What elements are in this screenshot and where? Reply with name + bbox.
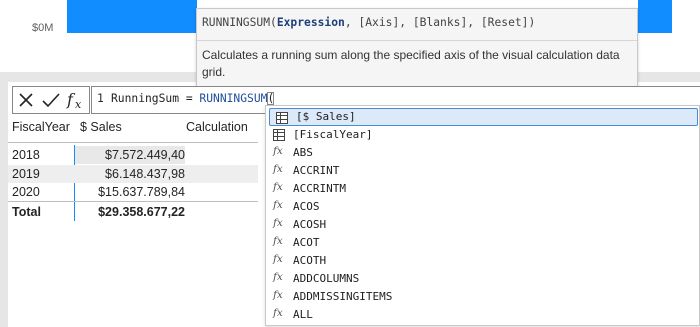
- total-sales: $29.358.677,22: [98, 205, 185, 219]
- table-row[interactable]: 2020 $15.637.789,84: [8, 183, 258, 201]
- suggestion-label: ACOS: [293, 200, 320, 213]
- suggestion-label: [$ Sales]: [296, 110, 356, 123]
- suggestion-item[interactable]: fx ACCRINTM: [267, 180, 696, 198]
- suggestion-label: ADDMISSINGITEMS: [293, 290, 393, 303]
- formula-code[interactable]: RunningSum = RUNNINGSUM(: [111, 92, 275, 105]
- suggestion-item[interactable]: fx ADDCOLUMNS: [267, 270, 696, 288]
- function-icon: fx: [273, 217, 283, 229]
- function-icon: fx: [273, 181, 283, 193]
- measure-name: RunningSum =: [111, 92, 200, 105]
- open-paren-token: (: [267, 92, 275, 105]
- chart-bar[interactable]: [67, 0, 197, 33]
- function-icon: fx: [273, 253, 283, 265]
- function-description: Calculates a running sum along the speci…: [202, 48, 620, 79]
- cell-fiscalyear: 2018: [12, 148, 40, 162]
- cell-sales: $6.148.437,98: [105, 167, 185, 181]
- cell-fiscalyear: 2019: [12, 167, 40, 181]
- suggestion-item[interactable]: fx ACOS: [267, 198, 696, 216]
- commit-button[interactable]: [38, 87, 63, 113]
- svg-text:x: x: [75, 98, 82, 110]
- function-icon: fx: [273, 199, 283, 211]
- cell-fiscalyear: 2020: [12, 185, 40, 199]
- close-icon: [18, 93, 33, 107]
- suggestion-label: ADDCOLUMNS: [293, 272, 360, 285]
- column-icon: [273, 129, 285, 141]
- y-axis-tick-label: $0M: [32, 22, 54, 34]
- function-icon: fx: [273, 235, 283, 247]
- cell-sales: $15.637.789,84: [98, 185, 185, 199]
- total-divider: [8, 201, 258, 202]
- autocomplete-list[interactable]: [$ Sales] [FiscalYear] fx ABS fx ACCRINT…: [265, 105, 700, 326]
- column-header-fiscalyear[interactable]: FiscalYear: [12, 120, 70, 134]
- checkmark-icon: [41, 93, 60, 108]
- function-signature: RUNNINGSUM(Expression, [Axis], [Blanks],…: [202, 16, 535, 29]
- suggestion-label: ALL: [293, 308, 313, 321]
- function-icon: fx: [273, 145, 283, 157]
- table-row[interactable]: 2019 $6.148.437,98: [8, 165, 258, 183]
- function-icon: fx: [66, 90, 82, 110]
- suggestion-label: ACOT: [293, 236, 320, 249]
- tooltip-divider: [197, 40, 637, 41]
- signature-function-name: RUNNINGSUM(: [202, 16, 277, 29]
- cancel-button[interactable]: [13, 87, 38, 113]
- function-token: RUNNINGSUM: [199, 92, 268, 105]
- suggestion-item[interactable]: fx ACOTH: [267, 252, 696, 270]
- suggestion-item[interactable]: fx ABS: [267, 144, 696, 162]
- suggestion-label: [FiscalYear]: [293, 128, 373, 141]
- function-icon: fx: [273, 271, 283, 283]
- column-header-calculation[interactable]: Calculation: [186, 120, 248, 134]
- cell-sales: $7.572.449,40: [75, 146, 185, 164]
- table-row[interactable]: 2018 $7.572.449,40: [8, 146, 258, 164]
- suggestion-label: ACOSH: [293, 218, 327, 231]
- chart-bar[interactable]: [638, 0, 672, 33]
- column-icon: [276, 112, 288, 124]
- header-divider: [8, 142, 258, 143]
- suggestion-item[interactable]: [$ Sales]: [269, 108, 698, 126]
- total-row[interactable]: Total $29.358.677,22: [8, 203, 258, 221]
- suggestion-item[interactable]: [FiscalYear]: [267, 126, 696, 144]
- line-number: 1: [97, 92, 104, 105]
- suggestion-item[interactable]: fx ACOSH: [267, 216, 696, 234]
- suggestion-label: ACOTH: [293, 254, 327, 267]
- suggestion-label: ABS: [293, 146, 313, 159]
- suggestion-label: ACCRINTM: [293, 182, 346, 195]
- suggestion-item[interactable]: fx ALL: [267, 306, 696, 324]
- signature-active-parameter: Expression: [276, 16, 345, 29]
- suggestion-item[interactable]: fx ACCRINT: [267, 162, 696, 180]
- total-label: Total: [12, 205, 41, 219]
- suggestion-item[interactable]: fx ACOT: [267, 234, 696, 252]
- suggestion-item[interactable]: fx ADDMISSINGITEMS: [267, 288, 696, 306]
- signature-remaining-parameters: , [Axis], [Blanks], [Reset]): [344, 16, 536, 29]
- insert-function-button[interactable]: fx: [63, 87, 88, 113]
- column-header-sales[interactable]: $ Sales: [80, 120, 122, 134]
- function-icon: fx: [273, 163, 283, 175]
- formula-bar-buttons: fx: [12, 86, 90, 114]
- function-icon: fx: [273, 289, 283, 301]
- function-signature-tooltip: RUNNINGSUM(Expression, [Axis], [Blanks],…: [196, 8, 638, 90]
- suggestion-label: ACCRINT: [293, 164, 340, 177]
- function-icon: fx: [273, 307, 283, 319]
